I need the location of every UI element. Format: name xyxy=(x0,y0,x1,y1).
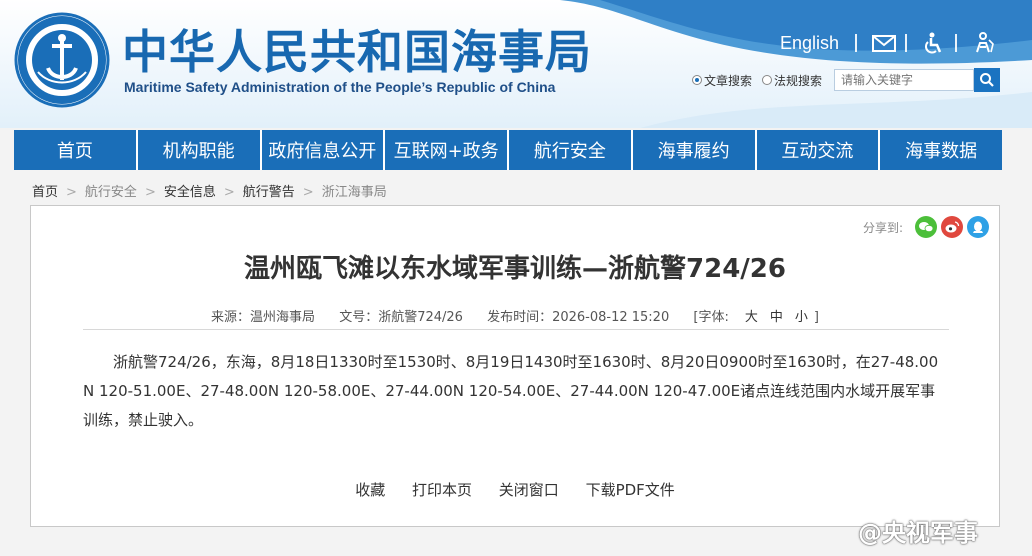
article-actions: 收藏 打印本页 关闭窗口 下载PDF文件 xyxy=(31,479,999,500)
search-button[interactable] xyxy=(974,68,1001,92)
divider xyxy=(855,34,858,52)
radio-unselected[interactable] xyxy=(762,75,773,85)
breadcrumb-nav-warning[interactable]: 航行警告 xyxy=(243,185,295,200)
breadcrumb: 首页 > 航行安全 > 安全信息 > 航行警告 > 浙江海事局 xyxy=(32,181,387,200)
article-title: 温州瓯飞滩以东水域军事训练—浙航警724/26 xyxy=(244,254,786,284)
divider xyxy=(83,329,949,330)
breadcrumb-nav-safety[interactable]: 航行安全 xyxy=(85,185,137,200)
font-size-close: ] xyxy=(813,310,819,325)
close-window-button[interactable]: 关闭窗口 xyxy=(499,481,559,499)
font-size-small-button[interactable]: 小 xyxy=(795,310,808,325)
qq-icon[interactable] xyxy=(967,216,989,238)
main-nav: 首页 机构职能 政府信息公开 互联网+政务 航行安全 海事履约 互动交流 海事数… xyxy=(14,130,1002,170)
favorite-button[interactable]: 收藏 xyxy=(355,481,385,499)
top-links: English xyxy=(780,30,997,56)
english-link[interactable]: English xyxy=(780,33,839,54)
font-size-medium-button[interactable]: 中 xyxy=(770,310,783,325)
search-option-label: 法规搜索 xyxy=(774,73,823,88)
search-option-law[interactable]: 法规搜索 xyxy=(762,72,822,89)
chevron-right-icon: > xyxy=(223,185,235,200)
site-header: 中华人民共和国海事局 Maritime Safety Administratio… xyxy=(0,0,1032,128)
nav-internet-gov[interactable]: 互联网+政务 xyxy=(385,130,509,170)
search-option-label: 文章搜索 xyxy=(704,73,753,88)
accessibility-icon[interactable] xyxy=(921,32,947,54)
breadcrumb-safety-info[interactable]: 安全信息 xyxy=(164,185,216,200)
watermark: @央视军事 xyxy=(858,518,978,547)
nav-functions[interactable]: 机构职能 xyxy=(138,130,262,170)
article-source: 来源：温州海事局 xyxy=(211,310,316,325)
nav-interaction[interactable]: 互动交流 xyxy=(757,130,881,170)
search-option-article[interactable]: 文章搜索 xyxy=(692,72,752,89)
nav-home[interactable]: 首页 xyxy=(14,130,138,170)
site-title[interactable]: 中华人民共和国海事局 xyxy=(122,16,592,82)
font-size-large-button[interactable]: 大 xyxy=(745,310,758,325)
nav-data[interactable]: 海事数据 xyxy=(880,130,1002,170)
nav-navigation-safety[interactable]: 航行安全 xyxy=(509,130,633,170)
article-body: 浙航警724/26，东海，8月18日1330时至1530时、8月19日1430时… xyxy=(83,353,939,429)
divider xyxy=(905,34,908,52)
radio-selected[interactable] xyxy=(692,75,702,85)
article-meta: 来源：温州海事局 文号：浙航警724/26 发布时间：2026-08-12 15… xyxy=(31,306,999,325)
breadcrumb-zhejiang[interactable]: 浙江海事局 xyxy=(322,185,387,200)
nav-gov-info[interactable]: 政府信息公开 xyxy=(262,130,386,170)
chevron-right-icon: > xyxy=(66,185,77,200)
msa-logo[interactable] xyxy=(14,12,110,108)
article-doc-no: 文号：浙航警724/26 xyxy=(339,310,463,325)
wechat-icon[interactable] xyxy=(915,216,937,238)
article-published: 发布时间：2026-08-12 15:20 xyxy=(487,310,670,325)
chevron-right-icon: > xyxy=(144,185,156,200)
site-subtitle: Maritime Safety Administration of the Pe… xyxy=(124,79,556,95)
download-pdf-button[interactable]: 下载PDF文件 xyxy=(586,481,675,499)
chevron-right-icon: > xyxy=(302,185,314,200)
share-label: 分享到: xyxy=(862,220,903,235)
divider xyxy=(955,34,958,52)
elder-mode-icon[interactable] xyxy=(971,32,997,54)
nav-compliance[interactable]: 海事履约 xyxy=(633,130,757,170)
search-bar: 文章搜索 法规搜索 xyxy=(692,67,1001,93)
search-input[interactable] xyxy=(834,69,975,91)
print-button[interactable]: 打印本页 xyxy=(412,481,472,499)
article-card: 分享到: 温州瓯飞滩以东水域军事训练—浙航警724/26 来源：温州海事局 文号… xyxy=(30,205,1000,527)
font-size-label: [字体: xyxy=(693,310,729,325)
search-icon xyxy=(980,73,994,87)
mail-icon[interactable] xyxy=(871,32,897,54)
share-bar: 分享到: xyxy=(863,216,989,238)
breadcrumb-home[interactable]: 首页 xyxy=(32,185,58,200)
weibo-icon[interactable] xyxy=(941,216,963,238)
